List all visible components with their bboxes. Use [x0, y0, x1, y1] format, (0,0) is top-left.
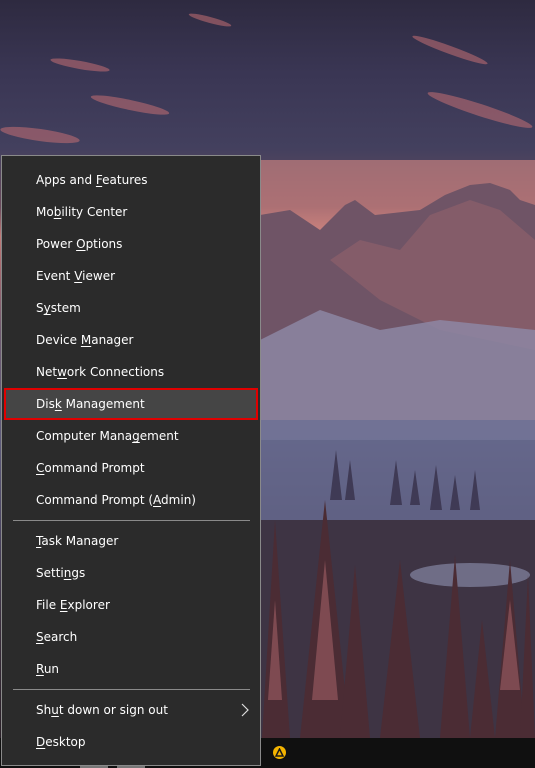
access-key: M: [80, 333, 92, 347]
menu-separator: [13, 689, 250, 690]
label-text: Device: [36, 333, 81, 347]
menu-separator: [13, 520, 250, 521]
label-text: stem: [50, 301, 81, 315]
access-key: V: [74, 269, 83, 283]
label-text: File: [36, 598, 60, 612]
access-key: S: [36, 630, 44, 644]
label-text: Sh: [36, 703, 52, 717]
menu-item-event-viewer[interactable]: Event Viewer: [2, 260, 260, 292]
menu-item-label: Search: [36, 621, 77, 653]
label-text: Computer Mana: [36, 429, 133, 443]
menu-item-label: File Explorer: [36, 589, 110, 621]
label-text: Management: [61, 397, 145, 411]
label-text: Dis: [36, 397, 55, 411]
access-key: R: [36, 662, 44, 676]
label-text: xplorer: [67, 598, 110, 612]
menu-item-command-prompt-admin[interactable]: Command Prompt (Admin): [2, 484, 260, 516]
label-text: ask Manager: [41, 534, 119, 548]
label-text: t down or sign out: [58, 703, 168, 717]
tray-app-icon[interactable]: [273, 746, 286, 759]
menu-item-label: Apps and Features: [36, 164, 148, 196]
access-key: w: [57, 365, 67, 379]
label-text: iewer: [82, 269, 116, 283]
menu-item-label: Network Connections: [36, 356, 164, 388]
chevron-right-icon: [241, 703, 249, 717]
menu-item-label: Mobility Center: [36, 196, 127, 228]
access-key: k: [54, 397, 62, 411]
menu-item-command-prompt[interactable]: Command Prompt: [2, 452, 260, 484]
menu-item-power-options[interactable]: Power Options: [2, 228, 260, 260]
label-text: Command Prompt (: [36, 493, 154, 507]
label-text: Setti: [36, 566, 64, 580]
access-key: A: [153, 493, 162, 507]
label-text: Mo: [36, 205, 54, 219]
menu-item-file-explorer[interactable]: File Explorer: [2, 589, 260, 621]
menu-item-label: System: [36, 292, 81, 324]
label-text: ement: [139, 429, 179, 443]
menu-item-system[interactable]: System: [2, 292, 260, 324]
menu-item-computer-management[interactable]: Computer Management: [2, 420, 260, 452]
menu-item-settings[interactable]: Settings: [2, 557, 260, 589]
menu-item-mobility-center[interactable]: Mobility Center: [2, 196, 260, 228]
label-text: earch: [43, 630, 78, 644]
label-text: Event: [36, 269, 75, 283]
menu-item-label: Disk Management: [36, 390, 145, 418]
label-text: dmin): [161, 493, 196, 507]
label-text: ommand Prompt: [44, 461, 145, 475]
menu-item-label: Desktop: [36, 726, 86, 758]
access-key: E: [59, 598, 68, 612]
menu-item-label: Device Manager: [36, 324, 133, 356]
menu-item-label: Command Prompt (Admin): [36, 484, 196, 516]
label-text: anager: [91, 333, 134, 347]
menu-item-desktop[interactable]: Desktop: [2, 726, 260, 758]
menu-item-disk-management[interactable]: Disk Management: [4, 388, 258, 420]
label-text: ptions: [85, 237, 123, 251]
menu-item-network-connections[interactable]: Network Connections: [2, 356, 260, 388]
label-text: eatures: [102, 173, 148, 187]
menu-item-label: Shut down or sign out: [36, 694, 168, 726]
menu-item-label: Power Options: [36, 228, 122, 260]
label-text: esktop: [45, 735, 86, 749]
menu-item-search[interactable]: Search: [2, 621, 260, 653]
menu-item-apps-and-features[interactable]: Apps and Features: [2, 164, 260, 196]
access-key: y: [43, 301, 51, 315]
label-text: ork Connections: [66, 365, 165, 379]
label-text: gs: [71, 566, 86, 580]
menu-item-label: Event Viewer: [36, 260, 115, 292]
label-text: Apps and: [36, 173, 96, 187]
label-text: un: [43, 662, 60, 676]
label-text: S: [36, 301, 44, 315]
menu-item-run[interactable]: Run: [2, 653, 260, 685]
menu-item-label: Computer Management: [36, 420, 179, 452]
menu-item-label: Run: [36, 653, 59, 685]
access-key: u: [51, 703, 59, 717]
menu-item-device-manager[interactable]: Device Manager: [2, 324, 260, 356]
menu-item-label: Task Manager: [36, 525, 118, 557]
label-text: ility Center: [61, 205, 128, 219]
label-text: Net: [36, 365, 58, 379]
access-key: O: [76, 237, 86, 251]
menu-item-shut-down-or-sign-out[interactable]: Shut down or sign out: [2, 694, 260, 726]
label-text: Power: [36, 237, 77, 251]
access-key: D: [36, 735, 46, 749]
access-key: g: [132, 429, 140, 443]
menu-item-label: Command Prompt: [36, 452, 145, 484]
winx-context-menu: Apps and Features Mobility Center Power Op…: [1, 155, 261, 766]
menu-item-task-manager[interactable]: Task Manager: [2, 525, 260, 557]
menu-item-label: Settings: [36, 557, 85, 589]
